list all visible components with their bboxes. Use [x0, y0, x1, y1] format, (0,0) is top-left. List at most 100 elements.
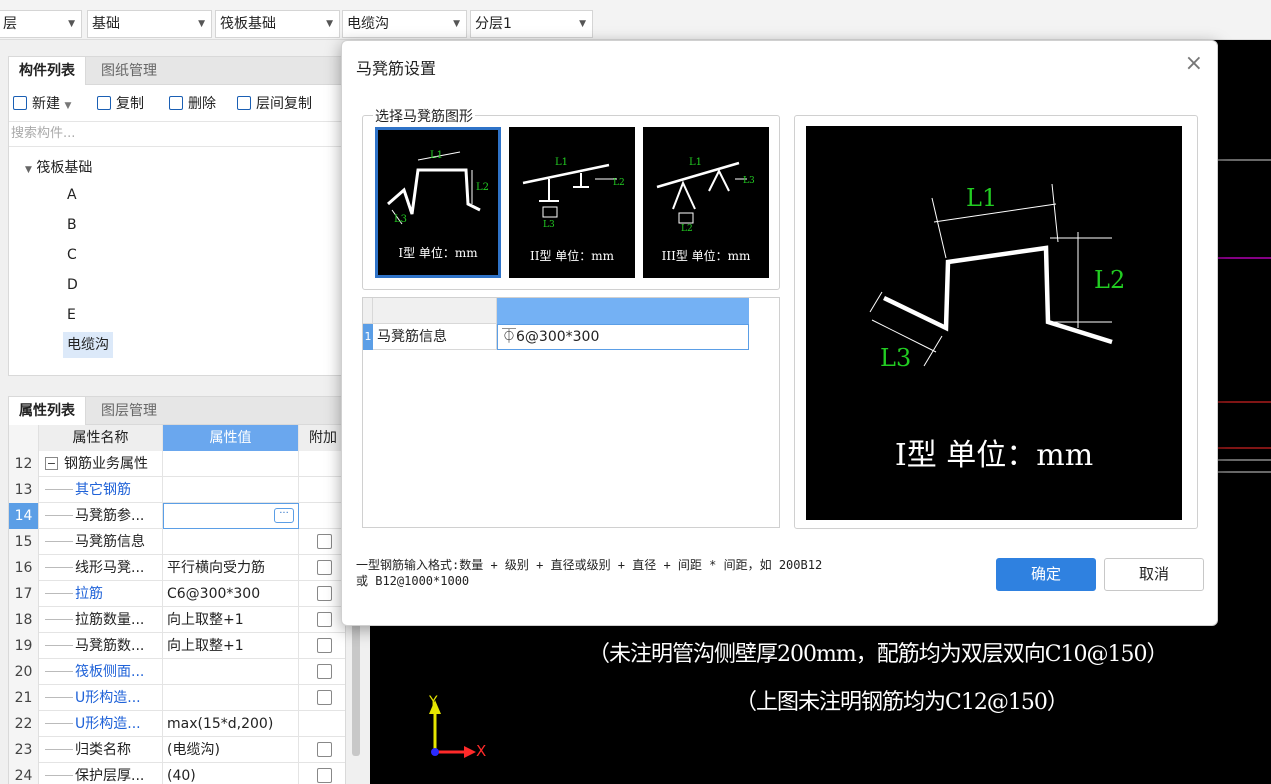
tree-item-cable-trench[interactable]: 电缆沟	[63, 332, 113, 358]
property-name-text: 马凳筋参...	[75, 508, 145, 524]
property-value[interactable]: C6@300*300	[163, 581, 299, 607]
new-button[interactable]: 新建 ▼	[13, 93, 71, 115]
tree-item-c[interactable]: C	[63, 242, 81, 268]
shape-type-3-caption: III型 单位：mm	[661, 249, 751, 263]
attach-checkbox[interactable]	[317, 638, 332, 653]
attach-checkbox[interactable]	[317, 742, 332, 757]
property-value[interactable]	[163, 685, 299, 711]
row-number: 17	[9, 581, 39, 607]
property-value[interactable]: max(15*d,200)	[163, 711, 299, 737]
property-row[interactable]: 16 线形马凳... 平行横向受力筋	[9, 555, 345, 581]
floor-dropdown[interactable]: 层 ▼	[0, 10, 82, 38]
type-dropdown[interactable]: 筏板基础 ▼	[215, 10, 340, 38]
property-row[interactable]: 13 其它钢筋	[9, 477, 345, 503]
floor-copy-button[interactable]: 层间复制	[237, 93, 312, 115]
property-value[interactable]: 向上取整+1	[163, 633, 299, 659]
copy-button[interactable]: 复制	[97, 93, 144, 115]
attach-checkbox[interactable]	[317, 664, 332, 679]
property-row[interactable]: 14 马凳筋参... ···	[9, 503, 345, 529]
property-value[interactable]: 向上取整+1	[163, 607, 299, 633]
property-row[interactable]: 19 马凳筋数... 向上取整+1	[9, 633, 345, 659]
attach-checkbox[interactable]	[317, 560, 332, 575]
tab-drawing-management[interactable]: 图纸管理	[91, 57, 167, 85]
property-value[interactable]: (电缆沟)	[163, 737, 299, 763]
property-name-text: 马凳筋数...	[75, 638, 145, 654]
property-name: 马凳筋信息	[39, 529, 163, 555]
tree-item-e[interactable]: E	[63, 302, 80, 328]
shape-option-type-3[interactable]: L1 L3 L2 III型 单位：mm	[643, 127, 769, 278]
shape-option-type-1[interactable]: L1 L2 L3 I型 单位：mm	[375, 127, 501, 278]
confirm-button[interactable]: 确定	[996, 558, 1096, 591]
svg-text:L1: L1	[966, 184, 997, 212]
tree-connector	[45, 697, 73, 698]
property-row[interactable]: 18 拉筋数量... 向上取整+1	[9, 607, 345, 633]
row-number: 13	[9, 477, 39, 503]
property-row[interactable]: 23 归类名称 (电缆沟)	[9, 737, 345, 763]
property-value[interactable]: (40)	[163, 763, 299, 784]
svg-text:L3: L3	[880, 344, 911, 372]
tab-component-list[interactable]: 构件列表	[9, 57, 86, 85]
property-row[interactable]: 24 保护层厚... (40)	[9, 763, 345, 784]
tree-item-d[interactable]: D	[63, 272, 82, 298]
property-row[interactable]: 12− 钢筋业务属性	[9, 451, 345, 477]
svg-text:L1: L1	[689, 157, 702, 168]
collapse-icon[interactable]: −	[45, 457, 58, 470]
attach-checkbox[interactable]	[317, 586, 332, 601]
tab-layer-management[interactable]: 图层管理	[91, 397, 167, 425]
row-number: 21	[9, 685, 39, 711]
hint-line-2: 或 B12@1000*1000	[356, 574, 470, 588]
property-name-text: U形构造...	[75, 690, 141, 706]
svg-text:L1: L1	[430, 150, 443, 161]
property-extra	[299, 633, 345, 659]
layer-dropdown[interactable]: 分层1 ▼	[470, 10, 593, 38]
attach-checkbox[interactable]	[317, 534, 332, 549]
property-name-text: 保护层厚...	[75, 768, 145, 784]
svg-text:L3: L3	[394, 214, 407, 225]
dialog-title: 马凳筋设置	[356, 59, 437, 78]
property-name: 线形马凳...	[39, 555, 163, 581]
chair-bar-info-table: 1 马凳筋信息 ⏁6@300*300	[362, 297, 780, 528]
property-row[interactable]: 22 U形构造... max(15*d,200)	[9, 711, 345, 737]
property-value[interactable]	[163, 451, 299, 477]
attach-checkbox[interactable]	[317, 612, 332, 627]
attach-checkbox[interactable]	[317, 690, 332, 705]
row-number: 18	[9, 607, 39, 633]
tree-root-raft-foundation[interactable]: ▼ 筏板基础	[25, 157, 92, 177]
property-value[interactable]: 平行横向受力筋	[163, 555, 299, 581]
tree-connector	[45, 489, 73, 490]
ellipsis-icon[interactable]: ···	[274, 508, 294, 523]
property-extra	[299, 607, 345, 633]
property-row[interactable]: 17 拉筋 C6@300*300	[9, 581, 345, 607]
property-value[interactable]	[163, 529, 299, 555]
property-name-text: 归类名称	[75, 742, 131, 758]
tree-item-a[interactable]: A	[63, 182, 81, 208]
shape-option-type-2[interactable]: L1 L2 L3 II型 单位：mm	[509, 127, 635, 278]
property-extra	[299, 529, 345, 555]
property-value[interactable]	[163, 477, 299, 503]
property-value[interactable]: ···	[163, 503, 299, 529]
property-extra	[299, 685, 345, 711]
component-dropdown[interactable]: 电缆沟 ▼	[342, 10, 467, 38]
property-value[interactable]	[163, 659, 299, 685]
chair-bar-info-input[interactable]: ⏁6@300*300	[497, 324, 749, 350]
category-dropdown[interactable]: 基础 ▼	[87, 10, 212, 38]
axis-y-label: Y	[429, 694, 438, 710]
search-input[interactable]: 搜索构件...	[9, 121, 345, 147]
property-row[interactable]: 20 筏板侧面...	[9, 659, 345, 685]
chevron-down-icon: ▼	[579, 19, 586, 29]
property-row[interactable]: 21 U形构造...	[9, 685, 345, 711]
floor-copy-icon	[237, 96, 251, 110]
attach-checkbox[interactable]	[317, 768, 332, 783]
tab-property-list[interactable]: 属性列表	[9, 397, 86, 425]
hint-line-1: 一型钢筋输入格式:数量 + 级别 + 直径或级别 + 直径 + 间距 * 间距，…	[356, 558, 823, 572]
info-table-header	[363, 298, 749, 324]
close-icon[interactable]: ×	[1185, 51, 1203, 76]
property-name: 拉筋	[39, 581, 163, 607]
chevron-down-icon: ▼	[198, 19, 205, 29]
cad-note-wall: （未注明管沟侧壁厚200mm，配筋均为双层双向C10@150）	[588, 642, 1169, 667]
cancel-button[interactable]: 取消	[1104, 558, 1204, 591]
delete-button[interactable]: 删除	[169, 93, 216, 115]
tree-item-b[interactable]: B	[63, 212, 81, 238]
property-row[interactable]: 15 马凳筋信息	[9, 529, 345, 555]
chevron-down-icon: ▼	[453, 19, 460, 29]
